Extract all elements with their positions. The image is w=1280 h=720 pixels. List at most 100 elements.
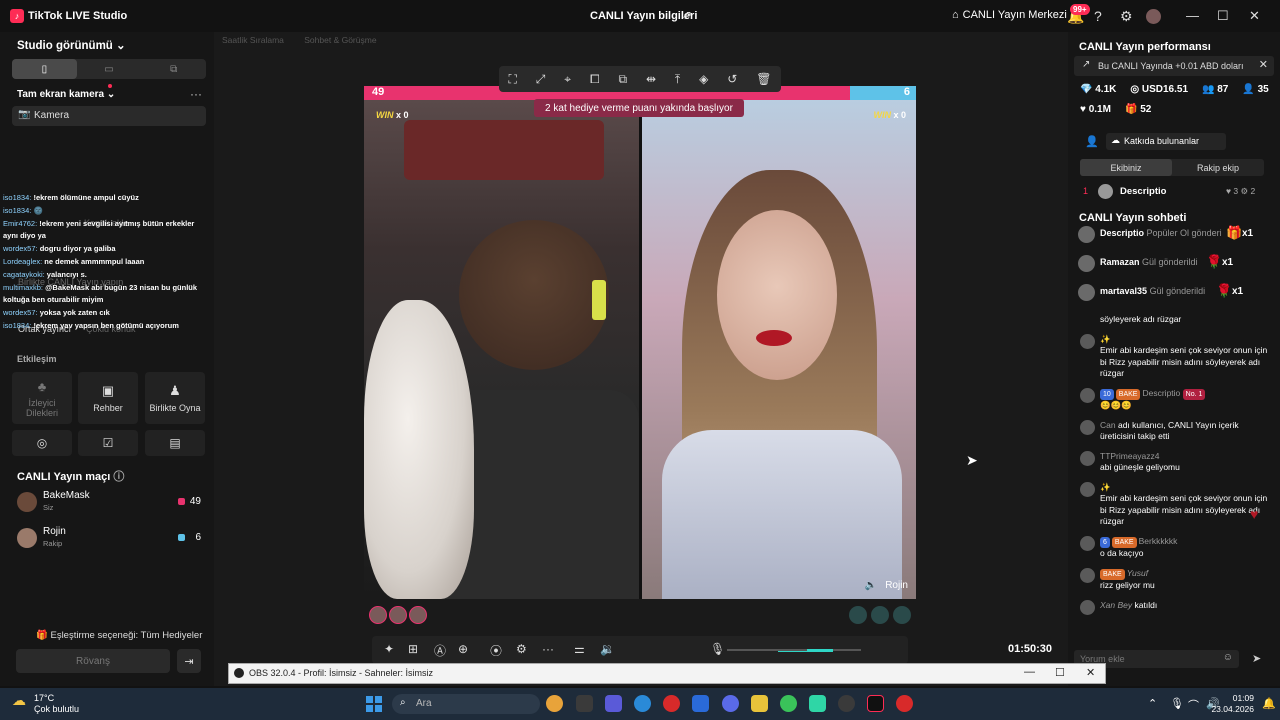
clock[interactable]: 01:09 23.04.2026 [1210, 693, 1254, 715]
close-icon[interactable]: ✕ [1259, 58, 1268, 71]
layers-icon[interactable]: ◈ [699, 72, 708, 86]
avatar[interactable] [409, 606, 427, 624]
help-icon[interactable]: ? [1094, 8, 1102, 24]
double-points-banner: 2 kat hediye verme puanı yakında başlıyo… [534, 99, 744, 117]
scene-dropdown[interactable]: Tam ekran kamera ⌄ [17, 89, 115, 100]
mail-icon[interactable] [692, 695, 709, 712]
hourly-ranking-chip[interactable]: Saatlik Sıralama [222, 35, 284, 45]
discord-icon[interactable] [722, 695, 739, 712]
obs-window-bar[interactable]: OBS 32.0.4 - Profil: İsimsiz - Sahneler:… [228, 663, 1106, 684]
app-icon[interactable] [809, 695, 826, 712]
seat-icon[interactable] [871, 606, 889, 624]
youtube-icon[interactable] [896, 695, 913, 712]
close-button[interactable]: ✕ [1249, 8, 1260, 24]
copy-icon[interactable]: ⧉ [618, 72, 627, 87]
avatar[interactable] [369, 606, 387, 624]
avatar[interactable] [389, 606, 407, 624]
tab-your-team[interactable]: Ekibiniz [1080, 159, 1172, 176]
chrome2-icon[interactable] [780, 695, 797, 712]
tab-rival-team[interactable]: Rakip ekip [1172, 159, 1264, 176]
avatar [1080, 481, 1095, 497]
portrait-icon[interactable]: ▯ [12, 59, 77, 79]
rematch-button[interactable]: Rövanş [16, 649, 170, 673]
multi-layout-icon[interactable]: ⧉ [141, 59, 206, 79]
opponent-gifters [849, 606, 911, 624]
camera-source[interactable]: 📷 Kamera [12, 106, 206, 126]
emoji-icon[interactable]: ☺ [1223, 652, 1233, 663]
diamond-stat: 💎 4.1K [1080, 84, 1117, 95]
obs-maximize-button[interactable]: ☐ [1055, 666, 1065, 679]
user-add-icon[interactable]: 👤 [1085, 135, 1099, 148]
more-options-icon[interactable]: ··· [190, 87, 202, 101]
folder-icon[interactable] [576, 695, 593, 712]
host-head-image [459, 220, 609, 370]
send-icon[interactable]: ➤ [1252, 652, 1261, 665]
chat-message: ✨ Emir abi kardeşim seni çok seviyor onun… [1076, 481, 1272, 528]
magic-icon[interactable]: ✦ [384, 642, 394, 656]
minimize-button[interactable]: — [1186, 8, 1199, 23]
wifi-icon[interactable]: ⌒ [1188, 697, 1199, 713]
crop-icon[interactable]: ⧠ [590, 72, 600, 87]
taskbar-search[interactable]: ⌕ Ara [392, 694, 540, 714]
edge-icon[interactable] [634, 695, 651, 712]
contributors-button[interactable]: ☁ Katkıda bulunanlar [1106, 133, 1226, 150]
record-icon[interactable]: ⦿ [490, 642, 502, 659]
center-icon[interactable]: ⌖ [564, 72, 571, 87]
mic-icon[interactable]: 🎙 [710, 642, 725, 656]
wish-icon: ♣ [37, 378, 47, 394]
trash-icon[interactable]: 🗑 [756, 72, 771, 86]
orientation-selector[interactable]: ▯ ▭ ⧉ [12, 59, 206, 79]
maximize-button[interactable]: ☐ [1217, 8, 1229, 24]
fullscreen-icon[interactable]: ⛶ [508, 72, 516, 87]
obs-icon[interactable] [838, 695, 855, 712]
teams-icon[interactable] [605, 695, 622, 712]
explorer-icon[interactable] [751, 695, 768, 712]
volume-icon[interactable]: 🔉 [600, 642, 615, 656]
flip-icon[interactable]: ⇹ [646, 72, 656, 86]
windows-start-icon[interactable] [366, 696, 382, 712]
layer-up-icon[interactable]: ⤒ [675, 72, 680, 87]
opera-icon[interactable] [663, 695, 680, 712]
notification-icon[interactable]: 🔔 [1262, 697, 1276, 710]
studio-view-dropdown[interactable]: Studio görünümü ⌄ [17, 38, 126, 52]
settings-icon[interactable]: ⚙ [516, 642, 527, 656]
notification-badge: 99+ [1070, 4, 1090, 15]
seat-icon[interactable] [893, 606, 911, 624]
rose-icon: 🌹 [1206, 254, 1223, 269]
guide-tile[interactable]: ▣ Rehber [78, 372, 138, 424]
live-stage[interactable]: 49 6 WIN x 0 WIN x 0 2 kat hediye verme … [364, 86, 916, 599]
avatar[interactable] [1146, 9, 1161, 24]
gear-icon[interactable]: ⚙ [1120, 8, 1133, 25]
tiktok-icon[interactable] [867, 695, 884, 712]
speaker-icon: 🔈 [864, 580, 878, 591]
effects-icon[interactable]: ⊞ [408, 642, 418, 656]
mic-slider[interactable] [727, 649, 807, 651]
share-icon[interactable]: ⇗ [682, 8, 692, 22]
viewer-wishes-tile[interactable]: ♣ İzleyici Dilekleri [12, 372, 72, 424]
more-icon[interactable]: ··· [542, 642, 554, 656]
obs-minimize-button[interactable]: — [1024, 666, 1035, 678]
seat-icon[interactable] [849, 606, 867, 624]
expand-icon[interactable]: ⤢ [536, 72, 546, 87]
checklist-icon[interactable]: ☑ [78, 430, 138, 456]
landscape-icon[interactable]: ▭ [77, 59, 142, 79]
play-together-tile[interactable]: ♟ Birlikte Oyna [145, 372, 205, 424]
chat-chip[interactable]: Sohbet & Görüşme [304, 35, 376, 45]
mouse-cursor-icon: ➤ [966, 452, 978, 468]
add-source-icon[interactable]: ⊕ [458, 642, 468, 656]
exit-icon[interactable]: ⇥ [177, 649, 201, 673]
poll-icon[interactable]: ◎ [12, 430, 72, 456]
rank-number: 1 [1083, 186, 1089, 196]
chevron-up-icon[interactable]: ⌃ [1148, 697, 1157, 710]
ai-icon[interactable]: Ⓐ [434, 642, 446, 659]
obs-close-button[interactable]: ✕ [1086, 666, 1095, 679]
live-center-button[interactable]: ⌂ CANLI Yayın Merkezi [952, 9, 1067, 21]
box-icon[interactable]: ▤ [145, 430, 205, 456]
weather-widget[interactable]: ☁ 17°C Çok bulutlu [12, 693, 79, 715]
mic-icon[interactable]: 🎙 [1170, 697, 1184, 710]
sliders-icon[interactable]: ⚌ [574, 642, 585, 656]
pairing-option[interactable]: 🎁 Eşleştirme seçeneği: Tüm Hediyeler [36, 630, 202, 641]
avatar [1080, 535, 1095, 551]
rotate-icon[interactable]: ↺ [727, 72, 737, 86]
chrome-icon[interactable] [546, 695, 563, 712]
